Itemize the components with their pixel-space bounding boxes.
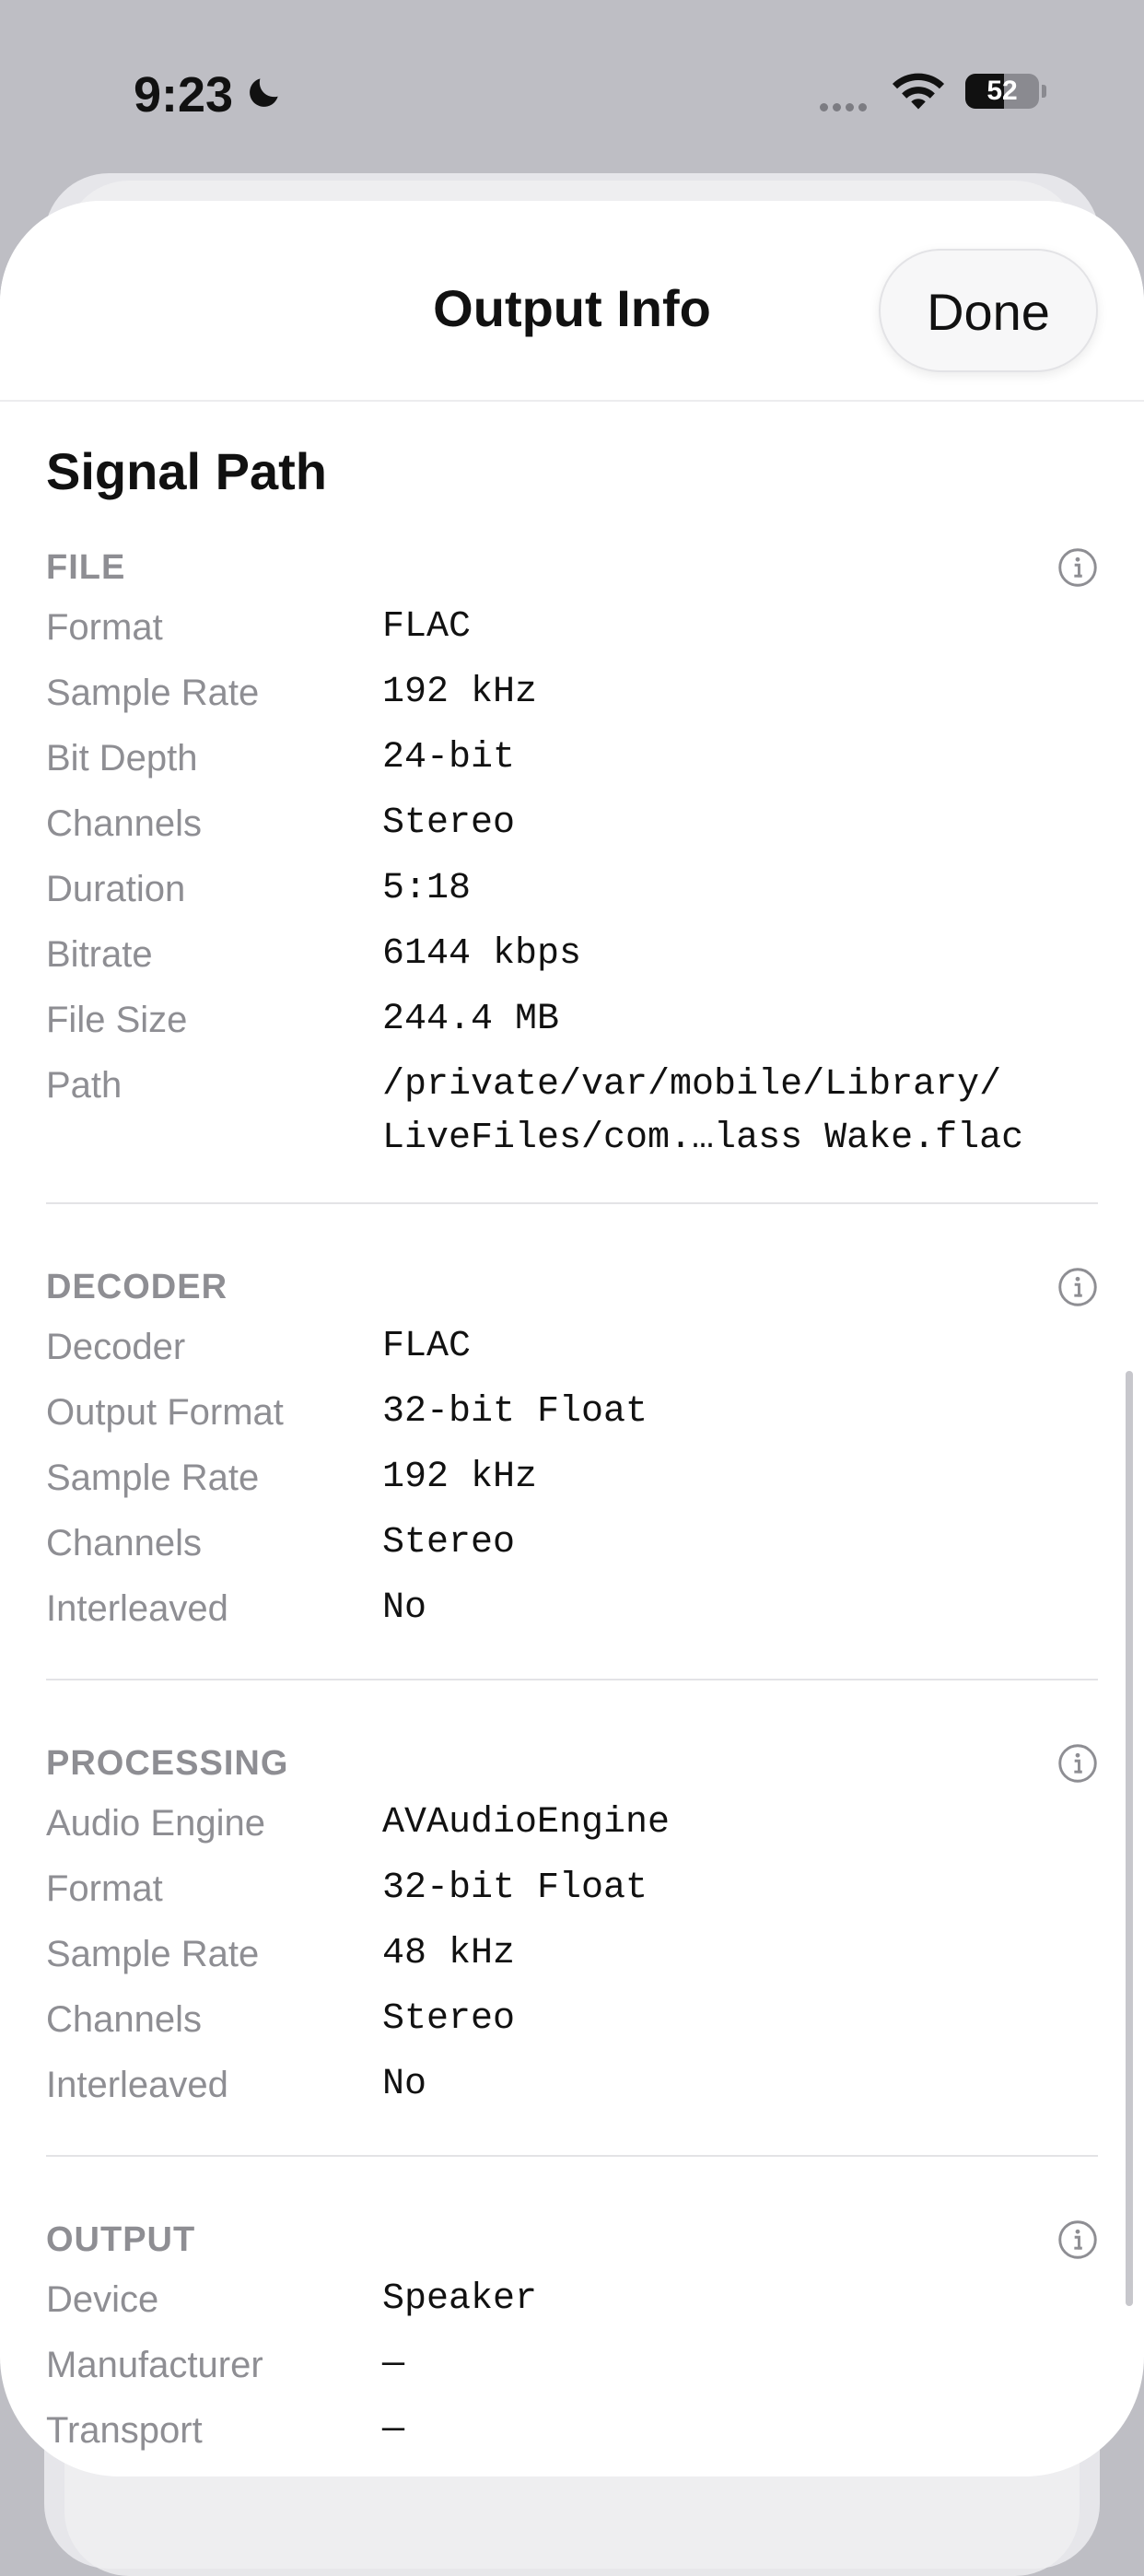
row-value: 244.4 MB	[382, 999, 560, 1040]
row-value: No	[382, 1587, 427, 1629]
status-bar: 9:23 52	[0, 0, 1144, 184]
row-label: Output Format	[46, 1392, 284, 1433]
row-label: Sample Rate	[46, 1458, 260, 1498]
battery-level: 52	[986, 76, 1018, 106]
info-row: Output Format 32-bit Float	[46, 1380, 1098, 1446]
sheet-header: Output Info Done	[0, 201, 1144, 402]
row-label: Format	[46, 607, 163, 648]
info-row: Device Speaker	[46, 2267, 1098, 2333]
row-label: Channels	[46, 1523, 203, 1563]
row-label: Channels	[46, 1999, 203, 2040]
row-label: Channels	[46, 803, 203, 844]
row-value: FLAC	[382, 1326, 472, 1367]
row-label: Duration	[46, 869, 186, 909]
info-row: Interleaved No	[46, 1576, 1098, 1642]
divider	[46, 2155, 1098, 2157]
info-row: Manufacturer —	[46, 2333, 1098, 2398]
row-label: Audio Engine	[46, 1803, 265, 1844]
row-label: Bitrate	[46, 934, 153, 975]
info-row: File Size 244.4 MB	[46, 988, 1098, 1053]
info-row: Channels Stereo	[46, 1987, 1098, 2053]
row-value: 192 kHz	[382, 672, 538, 713]
info-row: Path/private/var/mobile/Library/ LiveFil…	[46, 1053, 1098, 1165]
info-row: Transport —	[46, 2398, 1098, 2464]
row-value: 32-bit Float	[382, 1391, 648, 1433]
row-label: Interleaved	[46, 1588, 228, 1629]
scrollbar[interactable]	[1126, 1371, 1133, 2306]
row-value: Stereo	[382, 1998, 516, 2040]
processing-group: PROCESSING Audio Engine AVAudioEngine For…	[46, 1736, 1098, 2118]
row-value: AVAudioEngine	[382, 1802, 671, 1844]
info-row: Audio Engine AVAudioEngine	[46, 1791, 1098, 1856]
info-icon[interactable]	[1057, 1267, 1098, 1307]
done-button[interactable]: Done	[879, 249, 1098, 372]
row-value: No	[382, 2064, 427, 2105]
info-row: Format 32-bit Float	[46, 1856, 1098, 1922]
group-title: OUTPUT	[46, 2220, 196, 2259]
info-row: Sample Rate 48 kHz	[46, 1922, 1098, 1987]
row-label: Device	[46, 2279, 159, 2320]
row-value: 5:18	[382, 868, 472, 909]
info-icon[interactable]	[1057, 2219, 1098, 2260]
group-title: DECODER	[46, 1268, 228, 1306]
row-value: /private/var/mobile/Library/ LiveFiles/c…	[382, 1064, 1024, 1159]
group-title: FILE	[46, 548, 126, 587]
divider	[46, 1679, 1098, 1680]
row-label: Path	[46, 1065, 123, 1106]
battery-icon: 52	[965, 74, 1039, 109]
row-value: —	[382, 2344, 405, 2385]
moon-icon	[250, 78, 278, 107]
row-value: 32-bit Float	[382, 1868, 648, 1909]
info-row: Bitrate 6144 kbps	[46, 922, 1098, 988]
row-value: 192 kHz	[382, 1457, 538, 1498]
decoder-group: DECODER Decoder FLAC Output Format 32-bit …	[46, 1259, 1098, 1642]
sheet-content[interactable]: Signal Path FILE Format FLAC Sample Rate 1…	[46, 400, 1098, 2464]
info-row: Format FLAC	[46, 595, 1098, 661]
row-value: —	[382, 2409, 405, 2451]
battery-nub	[1042, 85, 1046, 98]
info-icon[interactable]	[1057, 1743, 1098, 1784]
info-row: Channels Stereo	[46, 1511, 1098, 1576]
info-row: Duration 5:18	[46, 857, 1098, 922]
row-value: FLAC	[382, 606, 472, 648]
divider	[46, 1202, 1098, 1204]
row-value: Stereo	[382, 1522, 516, 1563]
output-info-sheet: Output Info Done Signal Path FILE Format…	[0, 201, 1144, 2476]
info-icon[interactable]	[1057, 547, 1098, 588]
row-label: Transport	[46, 2410, 203, 2451]
group-title: PROCESSING	[46, 1744, 289, 1783]
row-value: 24-bit	[382, 737, 516, 779]
row-label: Bit Depth	[46, 738, 198, 779]
row-label: Format	[46, 1868, 163, 1909]
cellular-signal-icon	[820, 100, 871, 116]
status-time: 9:23	[134, 67, 234, 123]
info-row: Channels Stereo	[46, 791, 1098, 857]
row-label: Sample Rate	[46, 673, 260, 713]
info-row: Decoder FLAC	[46, 1315, 1098, 1380]
row-label: Decoder	[46, 1327, 186, 1367]
row-value: 6144 kbps	[382, 933, 582, 975]
row-label: Sample Rate	[46, 1934, 260, 1974]
info-row: Sample Rate 192 kHz	[46, 661, 1098, 726]
section-title: Signal Path	[46, 442, 327, 500]
info-row: Bit Depth 24-bit	[46, 726, 1098, 791]
row-value: Stereo	[382, 802, 516, 844]
row-value: 48 kHz	[382, 1933, 516, 1974]
wifi-icon	[892, 73, 945, 110]
row-label: File Size	[46, 1000, 188, 1040]
row-label: Manufacturer	[46, 2345, 263, 2385]
output-group: OUTPUT Device Speaker Manufacturer — Trans…	[46, 2212, 1098, 2464]
row-value: Speaker	[382, 2278, 538, 2320]
info-row: Interleaved No	[46, 2053, 1098, 2118]
file-group: FILE Format FLAC Sample Rate 192 kHz Bit D…	[46, 540, 1098, 1165]
row-label: Interleaved	[46, 2065, 228, 2105]
info-row: Sample Rate 192 kHz	[46, 1446, 1098, 1511]
